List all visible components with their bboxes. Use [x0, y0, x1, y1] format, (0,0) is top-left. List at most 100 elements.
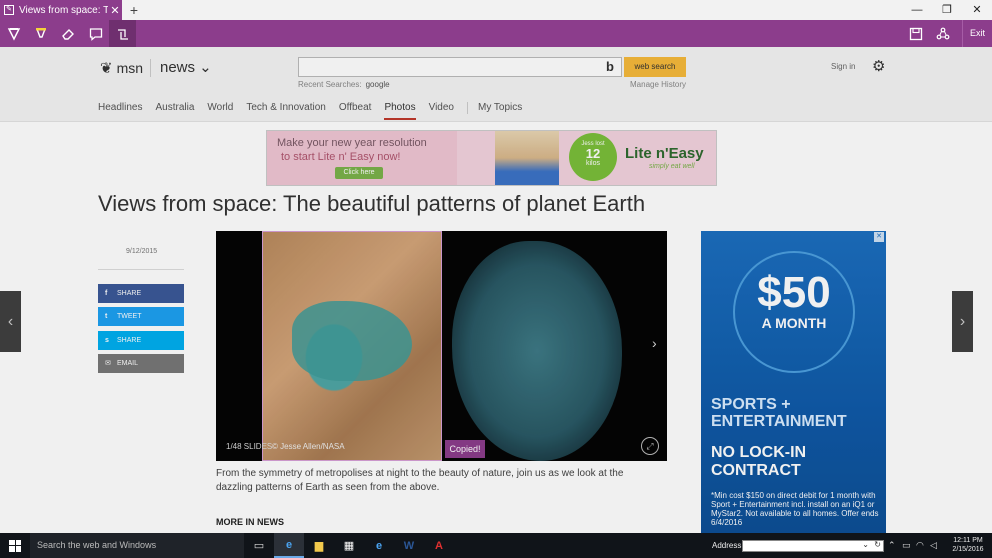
start-button[interactable]: [0, 533, 30, 558]
windows-logo-icon: [9, 539, 21, 552]
more-in-news-heading: MORE IN NEWS: [216, 517, 285, 527]
taskbar: Search the web and Windows ▭ e ▆ ▦ e W A…: [0, 533, 992, 558]
web-search-button[interactable]: web search: [624, 57, 686, 77]
browser-tab[interactable]: ✎ Views from space: The b ✕: [0, 0, 122, 20]
minimize-button[interactable]: —: [902, 0, 932, 20]
price-amount: $50: [757, 268, 831, 317]
email-share-label: EMAIL: [117, 360, 139, 367]
battery-icon[interactable]: ▭: [902, 533, 911, 558]
web-page: ❦ msn news ⌄ b web search Recent Searche…: [0, 47, 992, 533]
fullscreen-icon[interactable]: ⤢: [641, 437, 659, 455]
task-view-button[interactable]: ▭: [244, 533, 274, 558]
edge-taskbar-button[interactable]: e: [274, 533, 304, 558]
chevron-right-icon: ›: [959, 313, 966, 330]
eraser-icon: [61, 28, 74, 40]
wifi-icon[interactable]: ◠: [916, 533, 924, 558]
manage-history-link[interactable]: Manage History: [630, 80, 686, 89]
word-button[interactable]: W: [394, 533, 424, 558]
ad-close-icon[interactable]: ✕: [874, 232, 884, 242]
section-dropdown[interactable]: news ⌄: [160, 58, 212, 76]
chevron-down-icon[interactable]: ⌄: [862, 540, 869, 549]
nav-australia[interactable]: Australia: [155, 102, 194, 114]
nav-tech-innovation[interactable]: Tech & Innovation: [246, 102, 326, 114]
nav-my-topics[interactable]: My Topics: [478, 102, 522, 114]
share-icon: [936, 27, 949, 39]
photo-slideshow[interactable]: › 1/48 SLIDES © Jesse Allen/NASA Copied!…: [216, 231, 667, 461]
tweet-button[interactable]: t TWEET: [98, 307, 184, 326]
internet-explorer-button[interactable]: e: [364, 533, 394, 558]
bing-icon: b: [606, 59, 614, 74]
pen-tool-button[interactable]: [0, 20, 27, 47]
share-note-button[interactable]: [929, 20, 956, 47]
nav-divider: [467, 102, 468, 114]
slide-counter: 1/48 SLIDES: [226, 442, 273, 451]
address-input[interactable]: ⌄ ↻: [742, 540, 884, 552]
side-ad[interactable]: ✕ $50 A MONTH SPORTS + ENTERTAINMENT NO …: [701, 231, 886, 533]
gear-icon[interactable]: ⚙: [872, 57, 885, 75]
highlighter-icon: [35, 27, 46, 38]
banner-ad-line1: Make your new year resolution: [277, 137, 427, 149]
volume-icon[interactable]: ◁: [930, 533, 937, 558]
skype-icon: s: [105, 337, 109, 344]
nav-photos[interactable]: Photos: [384, 102, 416, 120]
comment-icon: [89, 27, 102, 41]
recent-search-term[interactable]: google: [366, 80, 390, 89]
refresh-icon[interactable]: ↻: [874, 540, 881, 549]
nav-headlines[interactable]: Headlines: [98, 102, 142, 114]
taskbar-clock[interactable]: 12:11 PM 2/15/2016: [946, 536, 990, 554]
article-description: From the symmetry of metropolises at nig…: [216, 468, 624, 493]
word-icon: W: [403, 539, 415, 552]
nav-offbeat[interactable]: Offbeat: [339, 102, 372, 114]
category-nav: Headlines Australia World Tech & Innovat…: [98, 102, 535, 120]
next-slide-button[interactable]: ›: [652, 335, 657, 351]
file-explorer-button[interactable]: ▆: [304, 533, 334, 558]
skype-share-button[interactable]: s SHARE: [98, 331, 184, 350]
chevron-up-icon: ⌃: [888, 540, 896, 550]
maximize-button[interactable]: ❐: [932, 0, 962, 20]
banner-click-here-button[interactable]: Click here: [335, 167, 383, 179]
previous-article-button[interactable]: ‹: [0, 291, 21, 352]
sign-in-link[interactable]: Sign in: [831, 62, 855, 71]
clip-icon: [117, 28, 128, 40]
clock-time: 12:11 PM: [953, 537, 983, 544]
add-note-button[interactable]: [82, 20, 109, 47]
ie-icon: e: [375, 539, 383, 552]
edge-icon: e: [285, 538, 293, 551]
title-bar: ✎ Views from space: The b ✕ + — ❐ ✕: [0, 0, 992, 20]
copied-toast: Copied!: [445, 440, 485, 458]
save-icon: [909, 27, 922, 40]
web-note-icon: ✎: [4, 5, 14, 15]
taskbar-search-input[interactable]: Search the web and Windows: [30, 533, 244, 558]
clip-tool-button[interactable]: [109, 20, 136, 47]
task-view-icon: ▭: [253, 540, 265, 552]
eraser-tool-button[interactable]: [54, 20, 81, 47]
nav-world[interactable]: World: [207, 102, 233, 114]
store-button[interactable]: ▦: [334, 533, 364, 558]
pen-icon: [7, 27, 20, 41]
banner-ad-line2: to start Lite n' Easy now!: [281, 151, 401, 163]
nav-video[interactable]: Video: [429, 102, 454, 114]
save-note-button[interactable]: [902, 20, 929, 47]
show-hidden-icons-button[interactable]: ⌃: [888, 533, 896, 558]
email-share-button[interactable]: ✉ EMAIL: [98, 354, 184, 373]
msn-logo[interactable]: ❦ msn: [100, 59, 143, 77]
web-note-toolbar: Exit: [0, 20, 992, 47]
facebook-share-label: SHARE: [117, 290, 142, 297]
search-input[interactable]: [298, 57, 622, 77]
ad-sports-heading: SPORTS + ENTERTAINMENT: [711, 396, 847, 430]
next-article-button[interactable]: ›: [952, 291, 973, 352]
close-window-button[interactable]: ✕: [962, 0, 992, 20]
banner-brand: Lite n'Easy: [625, 145, 704, 162]
facebook-share-button[interactable]: f SHARE: [98, 284, 184, 303]
msn-header: ❦ msn news ⌄ b web search Recent Searche…: [0, 47, 992, 122]
exit-button[interactable]: Exit: [962, 20, 992, 47]
twitter-icon: t: [105, 313, 108, 320]
banner-ad[interactable]: Make your new year resolution to start L…: [266, 130, 717, 186]
highlighter-tool-button[interactable]: [27, 20, 54, 47]
close-tab-icon[interactable]: ✕: [108, 4, 122, 17]
banner-ad-photo: [495, 131, 559, 185]
price-period: A MONTH: [761, 315, 827, 331]
slide-credit: © Jesse Allen/NASA: [272, 442, 345, 451]
new-tab-button[interactable]: +: [127, 2, 141, 18]
acrobat-button[interactable]: A: [424, 533, 454, 558]
